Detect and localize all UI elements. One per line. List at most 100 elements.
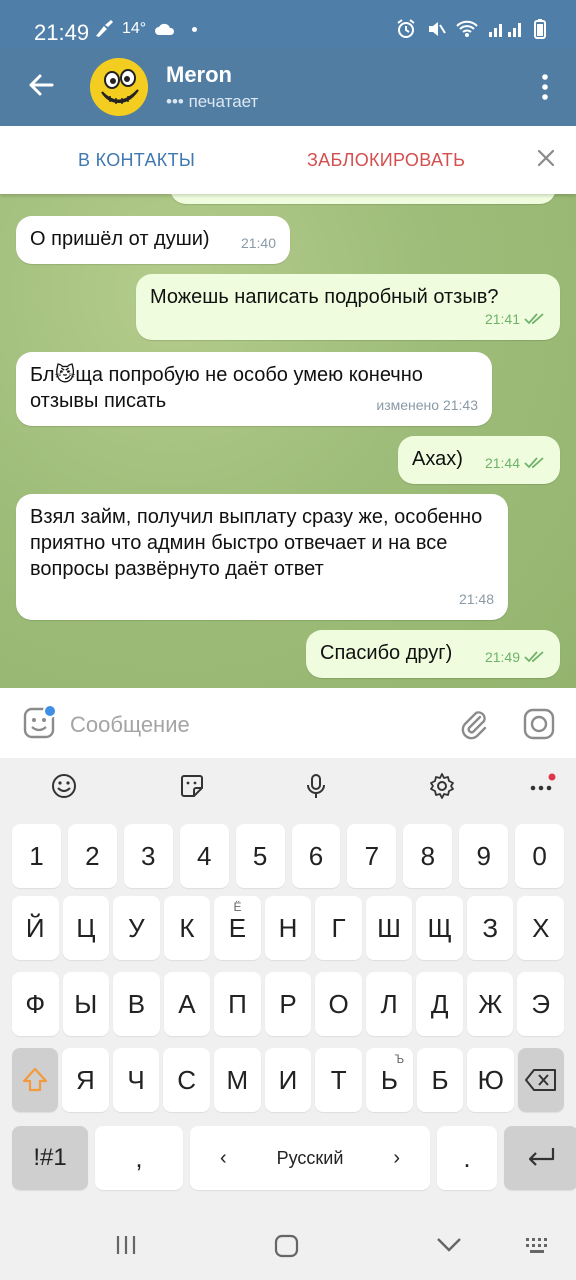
key-alt-letter: Ъ xyxy=(394,1052,405,1066)
message-time: 21:48 xyxy=(458,591,494,607)
key-9[interactable]: 9 xyxy=(459,824,509,888)
back-arrow-icon[interactable] xyxy=(26,70,56,100)
keyboard: 1 2 3 4 5 6 7 8 9 0 Й Ц У К ЁЕ Н Г Ш Щ З… xyxy=(0,758,576,1210)
message-bubble[interactable]: Взял займ, получил выплату сразу же, осо… xyxy=(16,494,508,620)
back-chevron-icon[interactable] xyxy=(436,1234,462,1256)
message-time: 21:41 xyxy=(485,306,546,332)
double-check-icon xyxy=(524,651,544,663)
alarm-icon xyxy=(397,19,415,38)
key-letter[interactable]: Я xyxy=(62,1048,109,1112)
key-4[interactable]: 4 xyxy=(179,824,229,888)
emoji-icon[interactable] xyxy=(50,772,78,800)
message-list[interactable]: О пришёл от души) 21:40 Можешь написать … xyxy=(0,194,576,688)
key-letter[interactable]: Й xyxy=(12,896,59,960)
key-letter[interactable]: М xyxy=(214,1048,261,1112)
home-icon[interactable] xyxy=(274,1234,300,1258)
attach-icon[interactable] xyxy=(458,708,490,740)
wifi-icon xyxy=(456,20,478,37)
message-text: Взял займ, получил выплату сразу же, осо… xyxy=(30,506,483,580)
camera-icon[interactable] xyxy=(522,707,556,741)
avatar[interactable] xyxy=(90,58,148,116)
key-1[interactable]: 1 xyxy=(12,824,61,888)
key-letter[interactable]: Ц xyxy=(62,896,110,960)
message-bubble[interactable]: Бл😼ща попробую не особо умею конечно отз… xyxy=(16,352,492,426)
letter-row-1: Й Ц У К ЁЕ Н Г Ш Щ З Х xyxy=(12,896,565,960)
backspace-key[interactable] xyxy=(518,1048,565,1112)
key-letter[interactable]: Ю xyxy=(467,1048,515,1112)
message-input[interactable]: Сообщение xyxy=(70,712,190,738)
key-letter[interactable]: Л xyxy=(365,972,413,1036)
key-letter[interactable]: Г xyxy=(315,896,362,960)
key-letter[interactable]: Ж xyxy=(466,972,514,1036)
message-text: О пришёл от души) xyxy=(30,228,210,250)
key-letter[interactable]: Д xyxy=(416,972,463,1036)
key-letter[interactable]: Б xyxy=(416,1048,464,1112)
key-letter[interactable]: К xyxy=(163,896,211,960)
shift-arrow-icon xyxy=(22,1067,48,1092)
temperature: 14° xyxy=(122,20,147,37)
message-bubble[interactable]: Спасибо друг) 21:49 xyxy=(306,630,560,678)
key-letter[interactable]: У xyxy=(113,896,160,960)
recent-apps-icon[interactable] xyxy=(114,1234,138,1256)
settings-gear-icon[interactable] xyxy=(428,772,456,800)
comma-key[interactable]: , xyxy=(95,1126,183,1190)
key-0[interactable]: 0 xyxy=(515,824,565,888)
key-6[interactable]: 6 xyxy=(291,824,341,888)
key-letter[interactable]: Ч xyxy=(112,1048,160,1112)
system-nav-bar xyxy=(0,1210,576,1280)
chevron-right-icon: › xyxy=(393,1146,400,1169)
key-2[interactable]: 2 xyxy=(67,824,117,888)
key-letter[interactable]: Р xyxy=(264,972,312,1036)
key-letter[interactable]: Т xyxy=(315,1048,363,1112)
key-letter[interactable]: З xyxy=(466,896,514,960)
key-7[interactable]: 7 xyxy=(347,824,397,888)
key-letter[interactable]: Х xyxy=(517,896,565,960)
message-bubble[interactable]: О пришёл от души) 21:40 xyxy=(16,216,290,264)
close-icon[interactable] xyxy=(534,146,558,170)
key-letter[interactable]: Ы xyxy=(62,972,110,1036)
microphone-icon[interactable] xyxy=(302,772,330,800)
key-letter[interactable]: ЁЕ xyxy=(214,896,261,960)
chat-title[interactable]: Meron xyxy=(166,62,232,88)
message-time: 21:40 xyxy=(240,235,276,251)
key-letter[interactable]: Ф xyxy=(12,972,59,1036)
key-letter[interactable]: Ш xyxy=(365,896,413,960)
more-vert-icon[interactable] xyxy=(540,72,550,102)
shift-key[interactable] xyxy=(12,1048,58,1112)
status-time: 21:49 xyxy=(34,20,90,45)
key-letter[interactable]: А xyxy=(163,972,211,1036)
cloud-icon xyxy=(155,23,175,35)
keyboard-switch-icon[interactable] xyxy=(524,1234,552,1256)
message-text: Можешь написать подробный отзыв? xyxy=(150,286,499,308)
troll-face-icon xyxy=(90,58,148,116)
add-contact-button[interactable]: В КОНТАКТЫ xyxy=(78,150,195,171)
key-8[interactable]: 8 xyxy=(403,824,453,888)
period-key[interactable]: . xyxy=(437,1126,497,1190)
key-letter[interactable]: Э xyxy=(517,972,565,1036)
message-bubble[interactable]: Ахах) 21:44 xyxy=(398,436,560,484)
key-letter[interactable]: Н xyxy=(264,896,312,960)
symbols-key[interactable]: !#1 xyxy=(12,1126,88,1190)
key-letter[interactable]: ЪЬ xyxy=(366,1048,413,1112)
enter-key[interactable] xyxy=(504,1126,576,1190)
key-letter[interactable]: В xyxy=(113,972,160,1036)
space-bar[interactable]: ‹ Русский › xyxy=(190,1126,430,1190)
message-time: изменено 21:43 xyxy=(376,397,478,413)
broom-icon xyxy=(96,20,113,37)
sticker-icon[interactable] xyxy=(178,772,206,800)
more-horiz-icon[interactable] xyxy=(528,772,556,800)
message-time: 21:44 xyxy=(485,450,546,476)
message-composer: Сообщение xyxy=(0,688,576,758)
message-bubble[interactable]: Можешь написать подробный отзыв? 21:41 xyxy=(136,274,560,340)
key-letter[interactable]: П xyxy=(214,972,261,1036)
key-letter[interactable]: О xyxy=(315,972,362,1036)
block-button[interactable]: ЗАБЛОКИРОВАТЬ xyxy=(307,150,465,171)
key-3[interactable]: 3 xyxy=(123,824,173,888)
key-letter[interactable]: Щ xyxy=(416,896,463,960)
key-letter[interactable]: С xyxy=(163,1048,211,1112)
key-letter[interactable]: И xyxy=(264,1048,312,1112)
message-text: Спасибо друг) xyxy=(320,642,453,664)
key-5[interactable]: 5 xyxy=(235,824,285,888)
backspace-icon xyxy=(525,1069,557,1091)
chevron-left-icon: ‹ xyxy=(220,1146,227,1169)
